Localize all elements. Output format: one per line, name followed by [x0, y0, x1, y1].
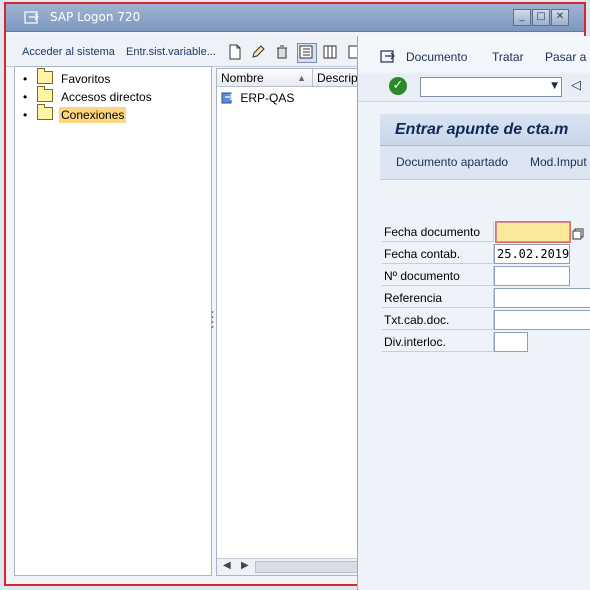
held-document-button[interactable]: Documento apartado — [396, 155, 508, 169]
label-fecha-documento: Fecha documento — [382, 222, 494, 242]
numero-documento-field[interactable] — [494, 266, 570, 286]
fecha-documento-field[interactable] — [495, 221, 571, 243]
label-numero-documento: Nº documento — [382, 266, 494, 286]
grid-view-icon[interactable] — [321, 43, 341, 63]
delete-trash-icon[interactable] — [273, 43, 293, 63]
maximize-button[interactable]: □ — [532, 9, 550, 26]
window-title: SAP Logon 720 — [50, 10, 141, 24]
back-arrow-icon[interactable]: ◁ — [571, 78, 581, 93]
menu-documento[interactable]: Documento — [406, 50, 467, 64]
pane-splitter[interactable] — [211, 309, 214, 329]
application-toolbar: Documento apartado Mod.Imput — [380, 146, 590, 180]
sort-asc-icon: ▲ — [297, 73, 306, 83]
label-txt-cab-doc: Txt.cab.doc. — [382, 310, 494, 330]
system-list: Nombre ▲ Descrip ERP-QAS ◀ ▶ — [216, 68, 366, 576]
variable-logon-link[interactable]: Entr.sist.variable... — [126, 46, 216, 58]
login-link[interactable]: Acceder al sistema — [22, 46, 115, 58]
menu-pasar-a[interactable]: Pasar a — [545, 50, 586, 64]
scroll-thumb[interactable] — [255, 561, 361, 573]
list-item[interactable]: ERP-QAS — [221, 91, 294, 107]
calendar-help-icon[interactable] — [572, 225, 584, 244]
label-referencia: Referencia — [382, 288, 494, 308]
txt-cab-doc-field[interactable] — [494, 310, 590, 330]
scroll-right-icon[interactable]: ▶ — [241, 560, 249, 571]
connections-tree: • Favoritos • Accesos directos • Conexiones — [14, 66, 212, 576]
folder-icon — [37, 104, 53, 120]
tree-item-conexiones[interactable]: • Conexiones — [23, 104, 127, 125]
chevron-down-icon[interactable]: ▼ — [551, 81, 558, 91]
scroll-left-icon[interactable]: ◀ — [223, 560, 231, 571]
gui-menu-bar: Documento Tratar Pasar a — [358, 36, 590, 72]
fecha-contab-field[interactable]: 25.02.2019 — [494, 244, 570, 264]
column-header-name[interactable]: Nombre ▲ — [217, 69, 313, 87]
referencia-field[interactable] — [494, 288, 590, 308]
edit-account-assignment-button[interactable]: Mod.Imput — [530, 155, 587, 169]
div-interloc-field[interactable] — [494, 332, 528, 352]
label-div-interloc: Div.interloc. — [382, 332, 494, 352]
enter-check-icon[interactable]: ✓ — [389, 77, 407, 95]
edit-pencil-icon[interactable] — [249, 43, 269, 63]
logon-title-bar[interactable]: SAP Logon 720 _ □ ✕ — [6, 4, 584, 32]
sap-gui-window: Documento Tratar Pasar a ✓ ▼ ◁ Entrar ap… — [357, 36, 590, 590]
minimize-button[interactable]: _ — [513, 9, 531, 26]
folder-icon — [37, 68, 53, 84]
horizontal-scrollbar[interactable]: ◀ ▶ — [217, 558, 365, 575]
label-fecha-contab: Fecha contab. — [382, 244, 494, 264]
system-entry-icon — [221, 91, 234, 107]
command-field[interactable]: ▼ — [420, 77, 562, 97]
transaction-title-bar: Entrar apunte de cta.m — [380, 114, 590, 146]
folder-icon — [37, 86, 53, 102]
page-title: Entrar apunte de cta.m — [395, 121, 569, 138]
transaction-screen: Entrar apunte de cta.m Documento apartad… — [380, 110, 590, 590]
menu-tratar[interactable]: Tratar — [492, 50, 524, 64]
gui-system-icon[interactable] — [380, 49, 396, 68]
new-entry-icon[interactable] — [226, 43, 246, 63]
sap-logon-icon — [24, 10, 40, 24]
list-view-icon[interactable] — [297, 43, 317, 63]
close-button[interactable]: ✕ — [551, 9, 569, 26]
gui-standard-toolbar: ✓ ▼ ◁ — [358, 74, 590, 102]
